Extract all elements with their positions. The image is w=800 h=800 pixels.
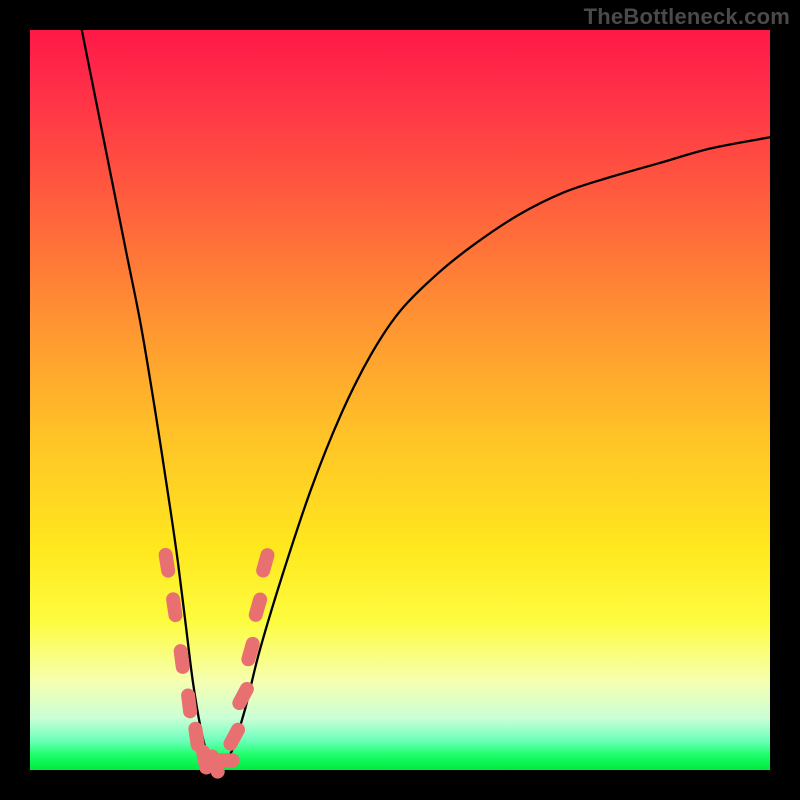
curve-marker bbox=[240, 635, 262, 668]
curve-marker bbox=[221, 720, 247, 753]
watermark-text: TheBottleneck.com bbox=[584, 4, 790, 30]
curve-marker bbox=[255, 546, 277, 579]
curve-marker bbox=[247, 591, 269, 624]
marker-group bbox=[158, 546, 276, 780]
curve-marker bbox=[158, 547, 177, 579]
chart-svg bbox=[30, 30, 770, 770]
curve-marker bbox=[165, 591, 183, 623]
curve-marker bbox=[210, 753, 240, 767]
plot-area bbox=[30, 30, 770, 770]
outer-frame: TheBottleneck.com bbox=[0, 0, 800, 800]
